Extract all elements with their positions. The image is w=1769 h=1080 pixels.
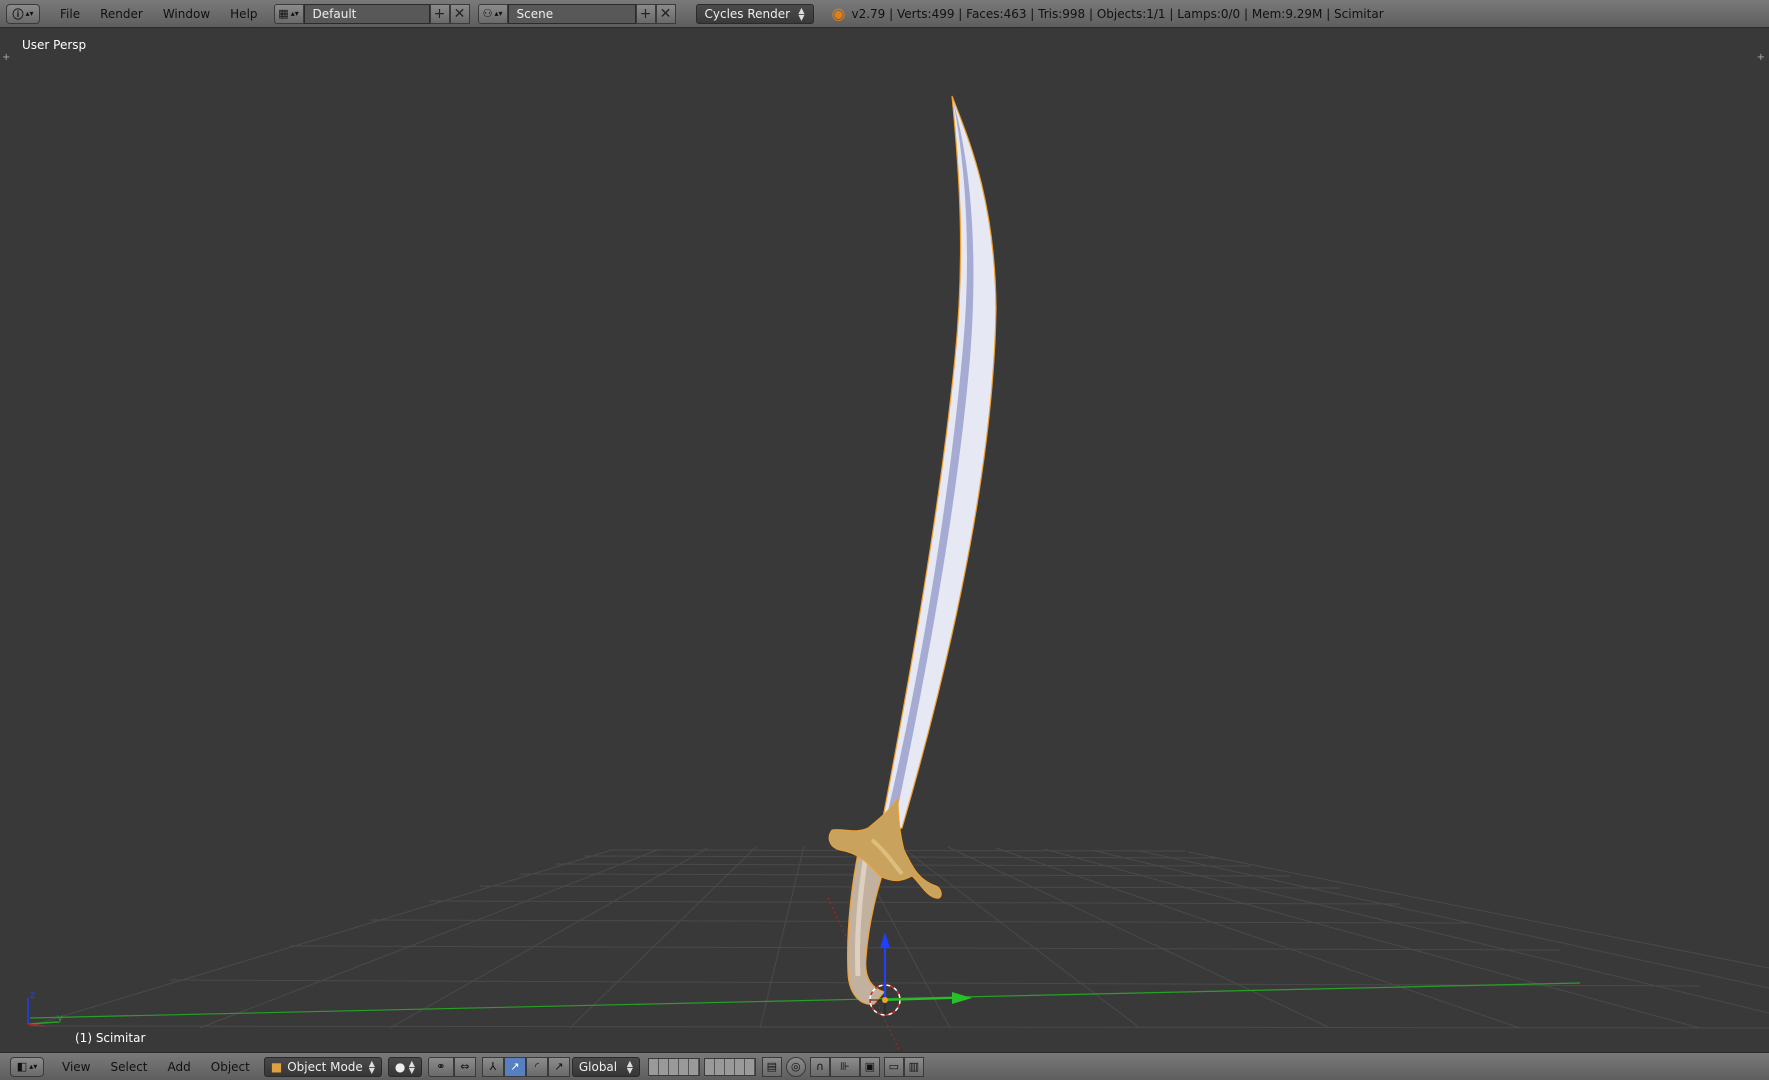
move-manipulator-button[interactable]: ↗ (503, 1056, 526, 1077)
add-scene-button[interactable]: + (635, 3, 656, 24)
snap-target-icon: ▣ (864, 1060, 876, 1073)
mode-label: Object Mode (287, 1059, 363, 1074)
z-axis-label: z (30, 990, 35, 1001)
active-object-label: (1) Scimitar (75, 1031, 146, 1045)
view-perspective-label: User Persp (22, 38, 87, 52)
transform-orientation-dropdown[interactable]: Global ▲ ▼ (571, 1056, 640, 1077)
axis-icon: ⅄ (489, 1060, 497, 1073)
viewport-canvas: z y (27, 95, 1769, 1052)
region-expand-icon[interactable]: + (2, 52, 10, 63)
scene-stats: v2.79 | Verts:499 | Faces:463 | Tris:998… (851, 6, 1384, 21)
menu-object[interactable]: Object (201, 1060, 260, 1074)
solid-sphere-icon: ● (394, 1059, 406, 1074)
layout-grid-icon: ▦ (278, 7, 289, 20)
snap-element-dropdown[interactable]: ⊪ (829, 1056, 860, 1077)
arrow-icon: ↗ (510, 1060, 520, 1073)
blender-logo-icon: ◉ (831, 4, 846, 23)
rotate-icon: ◜ (534, 1060, 539, 1073)
editor-type-button[interactable]: ⓘ ▴▾ (6, 3, 40, 24)
info-icon: ⓘ (12, 7, 24, 21)
translate-manipulator-button[interactable]: ⅄ (481, 1056, 504, 1077)
snap-toggle[interactable]: ∩ (809, 1056, 830, 1077)
layout-browse-button[interactable]: ▦ ▴▾ (273, 3, 304, 24)
y-axis-label: y (57, 1013, 63, 1024)
opengl-render-button[interactable]: ▭ (883, 1056, 904, 1077)
scene-browse-button[interactable]: ⚇ ▴▾ (477, 3, 508, 24)
pivot-icon: ⚭ (436, 1060, 446, 1073)
menu-render[interactable]: Render (90, 7, 153, 21)
sword-blade (879, 95, 997, 834)
scene-name-field[interactable]: Scene (507, 3, 636, 24)
shading-dropdown[interactable]: ● ▲ ▼ (387, 1056, 422, 1077)
region-expand-icon[interactable]: + (1757, 52, 1765, 63)
film-icon: ▥ (908, 1060, 920, 1073)
manipulator-icon: ⇔ (460, 1060, 470, 1073)
orientation-label: Global (578, 1059, 618, 1074)
close-icon: ✕ (453, 5, 466, 22)
layer-lock-button[interactable]: ▤ (761, 1056, 782, 1077)
plus-icon: + (639, 5, 652, 22)
sword-guard (828, 796, 942, 899)
viewport-header: ◧ ▴▾ View Select Add Object ■ Object Mode… (0, 1052, 1769, 1080)
menu-help[interactable]: Help (220, 7, 267, 21)
manipulator-toggle[interactable]: ⇔ (453, 1056, 476, 1077)
menu-select[interactable]: Select (100, 1060, 157, 1074)
menu-file[interactable]: File (50, 7, 90, 21)
updown-arrows-icon: ▲ ▼ (368, 1058, 375, 1075)
menu-view[interactable]: View (52, 1060, 100, 1074)
camera-icon: ▭ (888, 1060, 900, 1073)
editor-type-button[interactable]: ◧ ▴▾ (10, 1056, 44, 1077)
layout-name-field[interactable]: Default (303, 3, 430, 24)
scene-icon: ⚇ (482, 7, 493, 20)
scale-manipulator-button[interactable]: ↗ (547, 1056, 570, 1077)
layers-icon: ▤ (766, 1060, 778, 1073)
3d-view-icon: ◧ (16, 1060, 28, 1073)
snap-increment-icon: ⊪ (840, 1060, 850, 1073)
opengl-render-animation-button[interactable]: ▥ (903, 1056, 924, 1077)
top-header: ⓘ ▴▾ File Render Window Help ▦ ▴▾ Default … (0, 0, 1769, 28)
circle-icon: ◎ (791, 1060, 801, 1073)
cube-icon: ■ (270, 1059, 283, 1074)
y-axis-line (29, 982, 1581, 1019)
plus-icon: + (433, 5, 446, 22)
scene-layers-2[interactable] (703, 1057, 756, 1076)
rotate-manipulator-button[interactable]: ◜ (525, 1056, 548, 1077)
delete-layout-button[interactable]: ✕ (449, 3, 470, 24)
render-engine-label: Cycles Render (704, 6, 791, 21)
transform-manipulator[interactable] (880, 932, 972, 1004)
pivot-point-dropdown[interactable]: ⚭ (427, 1056, 454, 1077)
axis-widget: z y (27, 990, 63, 1027)
scale-icon: ↗ (554, 1060, 564, 1073)
proportional-edit-button[interactable]: ◎ (785, 1056, 806, 1077)
menu-window[interactable]: Window (153, 7, 220, 21)
delete-scene-button[interactable]: ✕ (655, 3, 676, 24)
magnet-icon: ∩ (815, 1060, 824, 1073)
scene-layers-1[interactable] (647, 1057, 700, 1076)
updown-arrows-icon: ▲ ▼ (798, 5, 805, 22)
3d-viewport[interactable]: z y + + (0, 28, 1769, 1052)
snap-target-button[interactable]: ▣ (859, 1056, 880, 1077)
close-icon: ✕ (659, 5, 672, 22)
mode-dropdown[interactable]: ■ Object Mode ▲ ▼ (263, 1056, 382, 1077)
render-engine-dropdown[interactable]: Cycles Render ▲ ▼ (695, 3, 814, 24)
menu-add[interactable]: Add (158, 1060, 201, 1074)
add-layout-button[interactable]: + (429, 3, 450, 24)
